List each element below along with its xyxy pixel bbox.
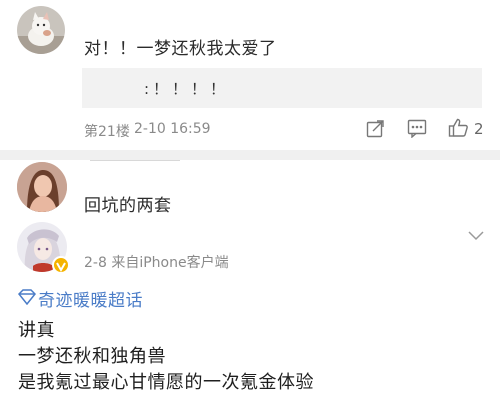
post-line-3: 是我氪过最心甘情愿的一次氪金体验 bbox=[18, 372, 314, 393]
comment-text-2: 回坑的两套 bbox=[84, 196, 172, 216]
faint-divider bbox=[90, 160, 180, 161]
post-line-2: 一梦还秋和独角兽 bbox=[18, 346, 166, 367]
weibo-comment-thread: 对！！一梦还秋我太爱了 :！！！！ 第21楼 2-10 16:59 2 回坑的两… bbox=[0, 0, 500, 393]
floor-number: 第21楼 bbox=[84, 124, 130, 140]
section-divider bbox=[0, 150, 500, 160]
topic-link[interactable]: 奇迹暖暖超话 bbox=[17, 286, 143, 311]
chevron-down-icon[interactable] bbox=[468, 226, 484, 245]
thumbs-up-icon[interactable] bbox=[448, 117, 469, 142]
avatar-woman[interactable] bbox=[17, 162, 67, 212]
topic-label: 奇迹暖暖超话 bbox=[38, 291, 143, 311]
post-line-1: 讲真 bbox=[18, 320, 55, 341]
like-count: 2 bbox=[474, 120, 484, 138]
vip-badge-icon bbox=[52, 256, 70, 274]
comment-icon[interactable] bbox=[407, 119, 427, 142]
avatar-cat[interactable] bbox=[17, 6, 65, 54]
quoted-reply[interactable]: :！！！！ bbox=[82, 68, 482, 108]
quoted-reply-text: :！！！！ bbox=[144, 80, 230, 98]
comment-timestamp: 2-10 16:59 bbox=[134, 121, 211, 137]
share-icon[interactable] bbox=[366, 119, 385, 142]
comment-text: 对！！一梦还秋我太爱了 bbox=[84, 39, 277, 59]
post-date-source: 2-8 来自iPhone客户端 bbox=[84, 255, 229, 271]
diamond-topic-icon bbox=[17, 288, 37, 309]
